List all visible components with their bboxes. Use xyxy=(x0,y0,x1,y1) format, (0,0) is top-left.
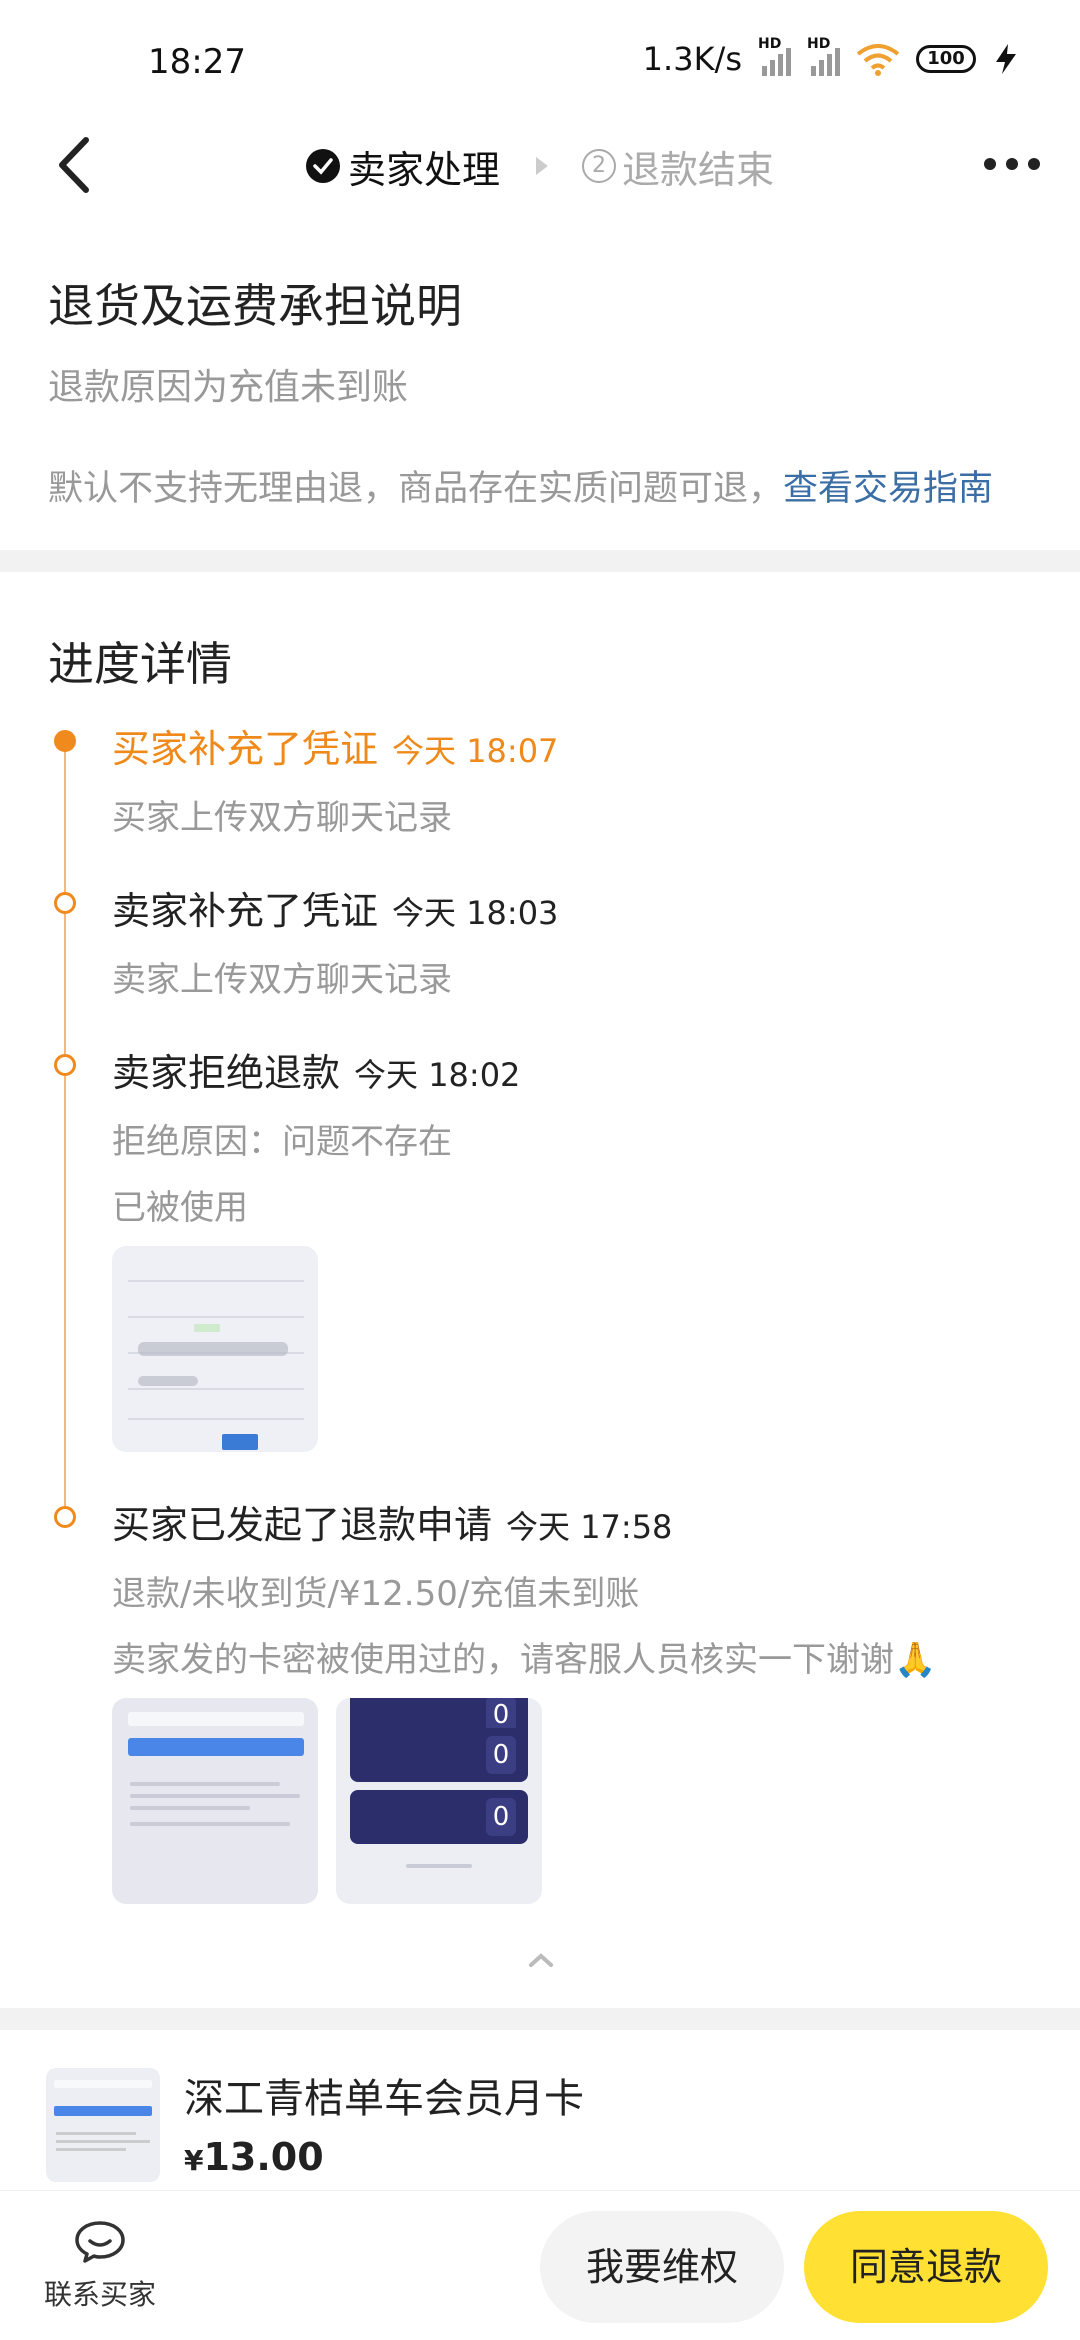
charging-icon xyxy=(996,44,1016,74)
evidence-image[interactable] xyxy=(112,1246,318,1452)
event-detail: 已被使用 xyxy=(112,1188,248,1228)
policy-note-text: 默认不支持无理由退，商品存在实质问题可退， xyxy=(48,469,784,509)
timeline-dot xyxy=(54,892,76,914)
refund-steps: 卖家处理 2 退款结束 xyxy=(306,138,774,194)
chevron-up-icon[interactable] xyxy=(528,1952,554,1968)
timeline-line xyxy=(64,742,66,1520)
timeline-dot xyxy=(54,1054,76,1076)
agree-refund-button[interactable]: 同意退款 xyxy=(804,2211,1048,2323)
event-detail: 退款/未收到货/¥12.50/充值未到账 xyxy=(112,1574,640,1614)
event-title: 买家补充了凭证 今天 18:07 xyxy=(112,727,559,771)
step-refund-finished: 退款结束 xyxy=(622,147,775,192)
event-time: 今天 17:58 xyxy=(506,1508,673,1546)
evidence-image[interactable]: 0 0 0 xyxy=(336,1698,542,1904)
contact-buyer-label: 联系买家 xyxy=(43,2278,156,2311)
network-speed: 1.3K/s xyxy=(642,40,742,78)
event-detail: 拒绝原因：问题不存在 xyxy=(112,1122,452,1162)
check-circle-icon xyxy=(306,149,340,183)
progress-title: 进度详情 xyxy=(48,637,232,691)
step-arrow-icon xyxy=(536,157,549,175)
step-seller-processing: 卖家处理 xyxy=(348,147,501,192)
event-time: 今天 18:07 xyxy=(392,732,559,770)
event-title: 卖家补充了凭证 今天 18:03 xyxy=(112,889,559,933)
chat-icon xyxy=(75,2221,125,2263)
event-title: 卖家拒绝退款 今天 18:02 xyxy=(112,1051,521,1095)
timeline-dot xyxy=(54,1506,76,1528)
trade-guide-link[interactable]: 查看交易指南 xyxy=(783,469,993,509)
signal-icon-2: HD xyxy=(807,36,840,76)
more-icon[interactable] xyxy=(984,158,1040,170)
event-detail: 买家上传双方聊天记录 xyxy=(112,798,452,838)
contact-buyer-button[interactable]: 联系买家 xyxy=(40,2219,160,2313)
signal-icon: HD xyxy=(758,36,791,76)
claim-rights-button[interactable]: 我要维权 xyxy=(540,2211,784,2323)
event-time: 今天 18:03 xyxy=(392,894,559,932)
header: 卖家处理 2 退款结束 xyxy=(0,120,1080,210)
status-icons: 1.3K/s HD HD 100 xyxy=(642,36,1020,78)
step-number-badge: 2 xyxy=(582,149,617,183)
back-arrow-icon[interactable] xyxy=(50,130,110,200)
product-image[interactable] xyxy=(46,2068,160,2182)
evidence-image[interactable] xyxy=(112,1698,318,1904)
wifi-icon xyxy=(856,44,900,76)
policy-note: 默认不支持无理由退，商品存在实质问题可退，查看交易指南 xyxy=(48,460,993,511)
event-title: 买家已发起了退款申请 今天 17:58 xyxy=(112,1503,673,1547)
event-detail: 卖家发的卡密被使用过的，请客服人员核实一下谢谢🙏 xyxy=(112,1640,937,1680)
status-bar: 18:27 1.3K/s HD HD 100 xyxy=(0,0,1080,130)
event-time: 今天 18:02 xyxy=(354,1056,521,1094)
product-price: ¥13.00 xyxy=(184,2135,324,2179)
section-divider xyxy=(0,550,1080,572)
policy-title: 退货及运费承担说明 xyxy=(48,279,462,333)
event-detail: 卖家上传双方聊天记录 xyxy=(112,960,452,1000)
product-name[interactable]: 深工青桔单车会员月卡 xyxy=(184,2066,584,2124)
status-time: 18:27 xyxy=(148,42,246,82)
timeline-dot-active xyxy=(54,730,76,752)
battery-icon: 100 xyxy=(916,45,976,73)
bottom-action-bar: 联系买家 我要维权 同意退款 xyxy=(0,2190,1080,2340)
refund-reason: 退款原因为充值未到账 xyxy=(48,367,409,408)
section-divider xyxy=(0,2008,1080,2030)
